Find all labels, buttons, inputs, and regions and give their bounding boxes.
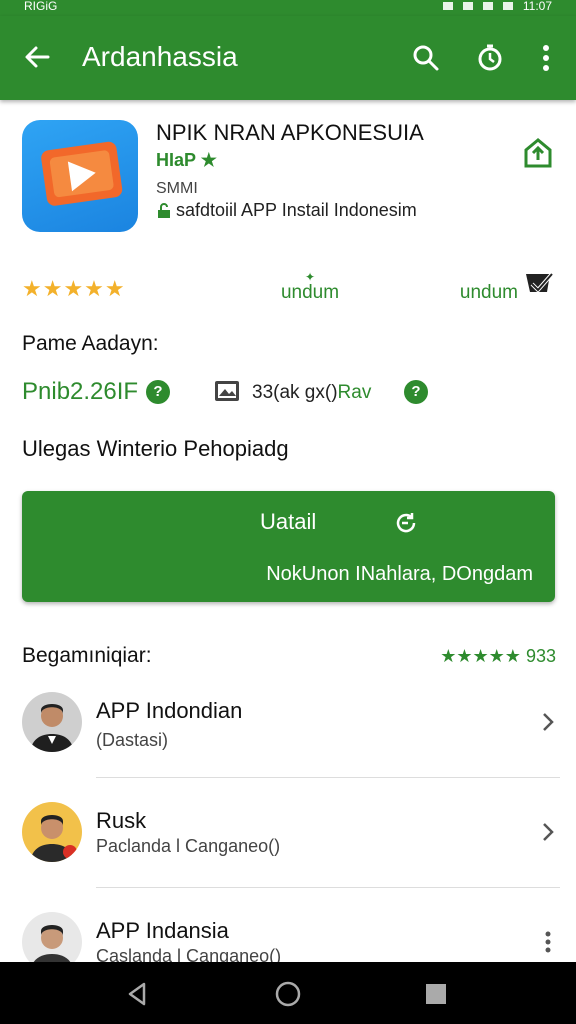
size-info-icon[interactable]: ? (404, 380, 428, 404)
recents-nav-icon[interactable] (420, 978, 452, 1010)
avatar (22, 692, 82, 752)
review-item[interactable]: APP Indondian (Dastasi) (0, 690, 576, 790)
refresh-icon (392, 509, 420, 537)
install-sub-label: NokUnon INahlara, DOngdam (266, 563, 533, 585)
lock-icon (158, 202, 170, 218)
app-bar: Ardanhassia (0, 16, 576, 100)
details-heading: Pame Aadayn: (22, 332, 159, 355)
avatar (22, 802, 82, 862)
status-time: 11:07 (522, 0, 552, 13)
review-subtitle: (Dastasi) (96, 730, 169, 750)
image-size-icon (214, 380, 240, 402)
size-value: 33(ak gx()Rav (252, 382, 371, 404)
updates-heading: Ulegas Winterio Pehopiadg (22, 436, 289, 461)
search-icon[interactable] (408, 40, 444, 76)
back-arrow-icon[interactable] (20, 40, 54, 74)
app-subtitle-text: safdtoiil APP Instail Indonesim (176, 200, 417, 220)
status-left-text: RIGiG (24, 0, 58, 13)
size-suffix: Rav (337, 382, 372, 403)
signal-icon (482, 2, 493, 10)
wifi-icon (462, 2, 473, 10)
stat-downloads[interactable]: ✦ undum (258, 270, 362, 304)
rating-stars: ★★★★★ (22, 276, 126, 301)
reviews-heading: Begamıniqiar: (22, 644, 152, 667)
sparkle-icon: ✦ (304, 270, 316, 284)
review-author: APP Indansia (96, 918, 229, 943)
stat-right-label: undum (459, 282, 518, 303)
stat-left-label: undum (280, 282, 340, 303)
app-developer[interactable]: HIaP ★ (156, 150, 217, 171)
stat-reviews[interactable]: undum (438, 270, 518, 304)
page-title: Ardanhassia (82, 41, 238, 72)
status-right: 11:07 (442, 0, 552, 13)
cart-check-icon[interactable] (522, 266, 558, 302)
rating-row: ★★★★★ ✦ undum undum (22, 270, 562, 306)
divider (96, 777, 560, 778)
battery-icon (502, 2, 513, 10)
review-subtitle: Paclanda l Canganeo() (96, 836, 281, 856)
reviews-count: 933 (525, 646, 556, 666)
install-shortcut-icon[interactable] (520, 136, 556, 172)
history-icon[interactable] (472, 40, 508, 76)
app-subtitle: safdtoiil APP Instail Indonesim (156, 200, 417, 221)
app-icon (22, 120, 138, 232)
developer-label: HIaP (156, 150, 196, 170)
price-row: Pnib2.26IF ? 33(ak gx()Rav ? (22, 378, 562, 408)
review-item[interactable]: Rusk Paclanda l Canganeo() (0, 800, 576, 900)
avatar (22, 912, 82, 962)
divider (96, 887, 560, 888)
price-info-icon[interactable]: ? (146, 380, 170, 404)
system-nav-bar (0, 962, 576, 1024)
review-author: APP Indondian (96, 698, 243, 723)
back-nav-icon[interactable] (122, 978, 154, 1010)
app-small-label: SMMI (156, 180, 198, 197)
reviews-score: ★★★★★ 933 (440, 646, 556, 667)
price-value: Pnib2.26IF (22, 378, 139, 405)
review-subtitle: Caslanda l Canganeo() (96, 946, 282, 962)
home-nav-icon[interactable] (272, 978, 304, 1010)
review-item[interactable]: APP Indansia Caslanda l Canganeo() (0, 910, 576, 962)
status-bar: RIGiG 11:07 (0, 0, 576, 16)
install-button[interactable]: Uatail NokUnon INahlara, DOngdam (22, 491, 555, 602)
more-vert-icon[interactable] (528, 40, 564, 76)
app-name: NPIK NRAN APKONESUIA (156, 120, 424, 145)
size-text: 33(ak gx() (252, 382, 338, 403)
chevron-right-icon[interactable] (536, 710, 560, 734)
review-author: Rusk (96, 808, 147, 833)
more-vert-icon[interactable] (536, 930, 560, 954)
install-label: Uatail (260, 509, 317, 534)
reviews-stars: ★★★★★ (440, 646, 521, 666)
notification-icon (442, 2, 453, 10)
star-badge-icon: ★ (200, 150, 217, 170)
chevron-right-icon[interactable] (536, 820, 560, 844)
